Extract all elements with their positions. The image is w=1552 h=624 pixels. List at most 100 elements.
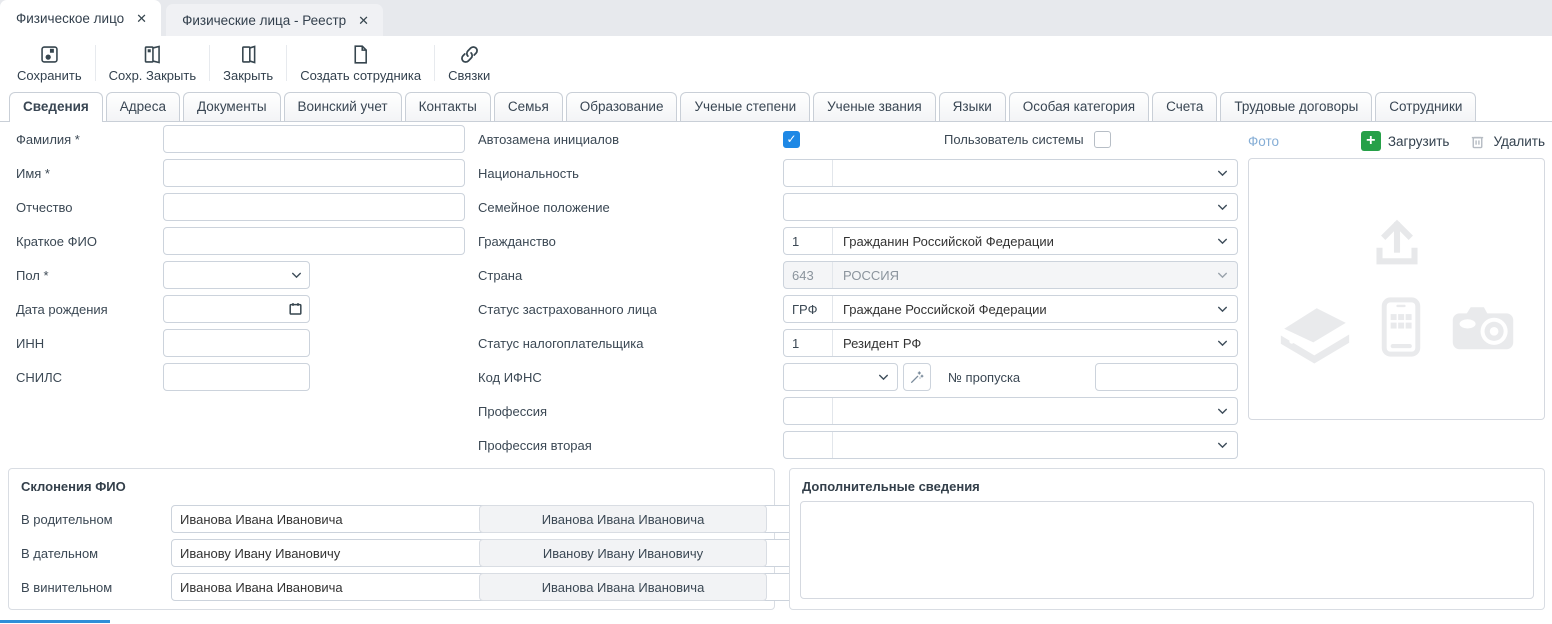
auto-initials-checkbox[interactable]: [783, 131, 800, 148]
tab-osobaya-kategoriya[interactable]: Особая категория: [1009, 92, 1149, 121]
genitive-label: В родительном: [21, 512, 113, 527]
create-employee-button[interactable]: Создать сотрудника: [287, 38, 434, 88]
field-row-insured-status: Статус застрахованного лица ГРФ Граждане…: [0, 295, 1240, 323]
chevron-down-icon[interactable]: [1216, 201, 1229, 214]
tab-trudovye-dogovory[interactable]: Трудовые договоры: [1220, 92, 1372, 121]
declension-row-genitive: В родительном Иванова Ивана Ивановича: [9, 505, 774, 533]
additional-info-textarea[interactable]: [800, 501, 1534, 599]
country-value: РОССИЯ: [833, 268, 1237, 283]
profession2-label: Профессия вторая: [478, 438, 592, 453]
photo-delete-button[interactable]: Удалить: [1469, 133, 1545, 150]
trash-icon: [1469, 133, 1486, 150]
taxpayer-status-code[interactable]: 1: [784, 330, 833, 356]
field-row-nationality: Национальность: [0, 159, 1240, 187]
tab-voinskiy-uchet[interactable]: Воинский учет: [284, 92, 402, 121]
window-tab-bar: Физическое лицо ✕ Физические лица - Реес…: [0, 0, 1552, 36]
chevron-down-icon[interactable]: [1216, 303, 1229, 316]
pass-number-input[interactable]: [1095, 363, 1238, 391]
declension-row-accusative: В винительном Иванова Ивана Ивановича: [9, 573, 774, 601]
save-close-icon: [142, 44, 163, 65]
profession-code[interactable]: [784, 398, 833, 424]
chevron-down-icon[interactable]: [1216, 167, 1229, 180]
dative-label: В дательном: [21, 546, 98, 561]
country-code: 643: [784, 262, 833, 288]
chevron-down-icon[interactable]: [877, 371, 890, 384]
profession2-combo[interactable]: [783, 431, 1238, 459]
insured-status-label: Статус застрахованного лица: [478, 302, 657, 317]
country-label: Страна: [478, 268, 522, 283]
ifns-autofill-button[interactable]: [903, 363, 931, 391]
save-close-button[interactable]: Сохр. Закрыть: [96, 38, 210, 88]
pass-number-label: № пропуска: [948, 370, 1020, 385]
marital-label: Семейное положение: [478, 200, 610, 215]
chevron-down-icon[interactable]: [1216, 235, 1229, 248]
declensions-title: Склонения ФИО: [21, 479, 126, 494]
genitive-suggestion-button[interactable]: Иванова Ивана Ивановича: [479, 505, 767, 533]
chevron-down-icon[interactable]: [1216, 439, 1229, 452]
create-employee-button-label: Создать сотрудника: [300, 68, 421, 83]
tab-semya[interactable]: Семья: [494, 92, 563, 121]
tab-obrazovanie[interactable]: Образование: [566, 92, 678, 121]
link-icon: [459, 44, 480, 65]
accusative-label: В винительном: [21, 580, 112, 595]
nationality-combo[interactable]: [783, 159, 1238, 187]
citizenship-combo[interactable]: 1 Гражданин Российской Федерации: [783, 227, 1238, 255]
window-tab-registry[interactable]: Физические лица - Реестр ✕: [166, 4, 383, 36]
tab-adresa[interactable]: Адреса: [106, 92, 180, 121]
window-tab-person[interactable]: Физическое лицо ✕: [0, 0, 161, 36]
field-row-taxpayer-status: Статус налогоплательщика 1 Резидент РФ: [0, 329, 1240, 357]
chevron-down-icon[interactable]: [1216, 405, 1229, 418]
taxpayer-status-value: Резидент РФ: [833, 336, 1237, 351]
marital-combo[interactable]: [783, 193, 1238, 221]
bottom-scroll-indicator[interactable]: [0, 620, 110, 623]
system-user-checkbox[interactable]: [1094, 131, 1111, 148]
photo-delete-label: Удалить: [1493, 134, 1545, 149]
scanner-icon: [1266, 286, 1364, 368]
photo-dropzone[interactable]: [1248, 158, 1545, 420]
country-combo: 643 РОССИЯ: [783, 261, 1238, 289]
taxpayer-status-label: Статус налогоплательщика: [478, 336, 643, 351]
field-row-country: Страна 643 РОССИЯ: [0, 261, 1240, 289]
close-button-label: Закрыть: [223, 68, 273, 83]
photo-upload-button[interactable]: + Загрузить: [1361, 131, 1450, 151]
insured-status-value: Граждане Российской Федерации: [833, 302, 1237, 317]
save-icon: [39, 44, 60, 65]
page-tab-bar: Сведения Адреса Документы Воинский учет …: [0, 90, 1552, 122]
chevron-down-icon[interactable]: [1216, 337, 1229, 350]
field-row-marital: Семейное положение: [0, 193, 1240, 221]
links-button[interactable]: Связки: [435, 38, 503, 88]
tab-uchenye-zvaniya[interactable]: Ученые звания: [813, 92, 936, 121]
tab-uchenye-stepeni[interactable]: Ученые степени: [680, 92, 810, 121]
save-close-button-label: Сохр. Закрыть: [109, 68, 197, 83]
tab-svedeniya[interactable]: Сведения: [9, 92, 103, 122]
profession2-code[interactable]: [784, 432, 833, 458]
tab-kontakty[interactable]: Контакты: [405, 92, 491, 121]
save-button[interactable]: Сохранить: [4, 38, 95, 88]
close-icon[interactable]: ✕: [136, 12, 147, 25]
tab-dokumenty[interactable]: Документы: [183, 92, 281, 121]
links-button-label: Связки: [448, 68, 490, 83]
upload-tray-icon: [1369, 217, 1425, 273]
photo-header: Фото + Загрузить Удалить: [1248, 130, 1545, 152]
ifns-label: Код ИФНС: [478, 370, 542, 385]
tab-scheta[interactable]: Счета: [1152, 92, 1217, 121]
tab-sotrudniki[interactable]: Сотрудники: [1375, 92, 1476, 121]
magic-wand-icon: [909, 369, 925, 385]
new-document-icon: [350, 44, 371, 65]
taxpayer-status-combo[interactable]: 1 Резидент РФ: [783, 329, 1238, 357]
save-button-label: Сохранить: [17, 68, 82, 83]
tab-yazyki[interactable]: Языки: [939, 92, 1006, 121]
close-button[interactable]: Закрыть: [210, 38, 286, 88]
nationality-code[interactable]: [784, 160, 833, 186]
citizenship-label: Гражданство: [478, 234, 556, 249]
declensions-panel: Склонения ФИО В родительном Иванова Иван…: [8, 468, 775, 610]
ifns-select[interactable]: [783, 363, 898, 391]
accusative-suggestion-button[interactable]: Иванова Ивана Ивановича: [479, 573, 767, 601]
profession-combo[interactable]: [783, 397, 1238, 425]
insured-status-code[interactable]: ГРФ: [784, 296, 833, 322]
citizenship-code[interactable]: 1: [784, 228, 833, 254]
dative-suggestion-button[interactable]: Иванову Ивану Ивановичу: [479, 539, 767, 567]
close-icon[interactable]: ✕: [358, 14, 369, 27]
insured-status-combo[interactable]: ГРФ Граждане Российской Федерации: [783, 295, 1238, 323]
field-row-citizenship: Гражданство 1 Гражданин Российской Федер…: [0, 227, 1240, 255]
